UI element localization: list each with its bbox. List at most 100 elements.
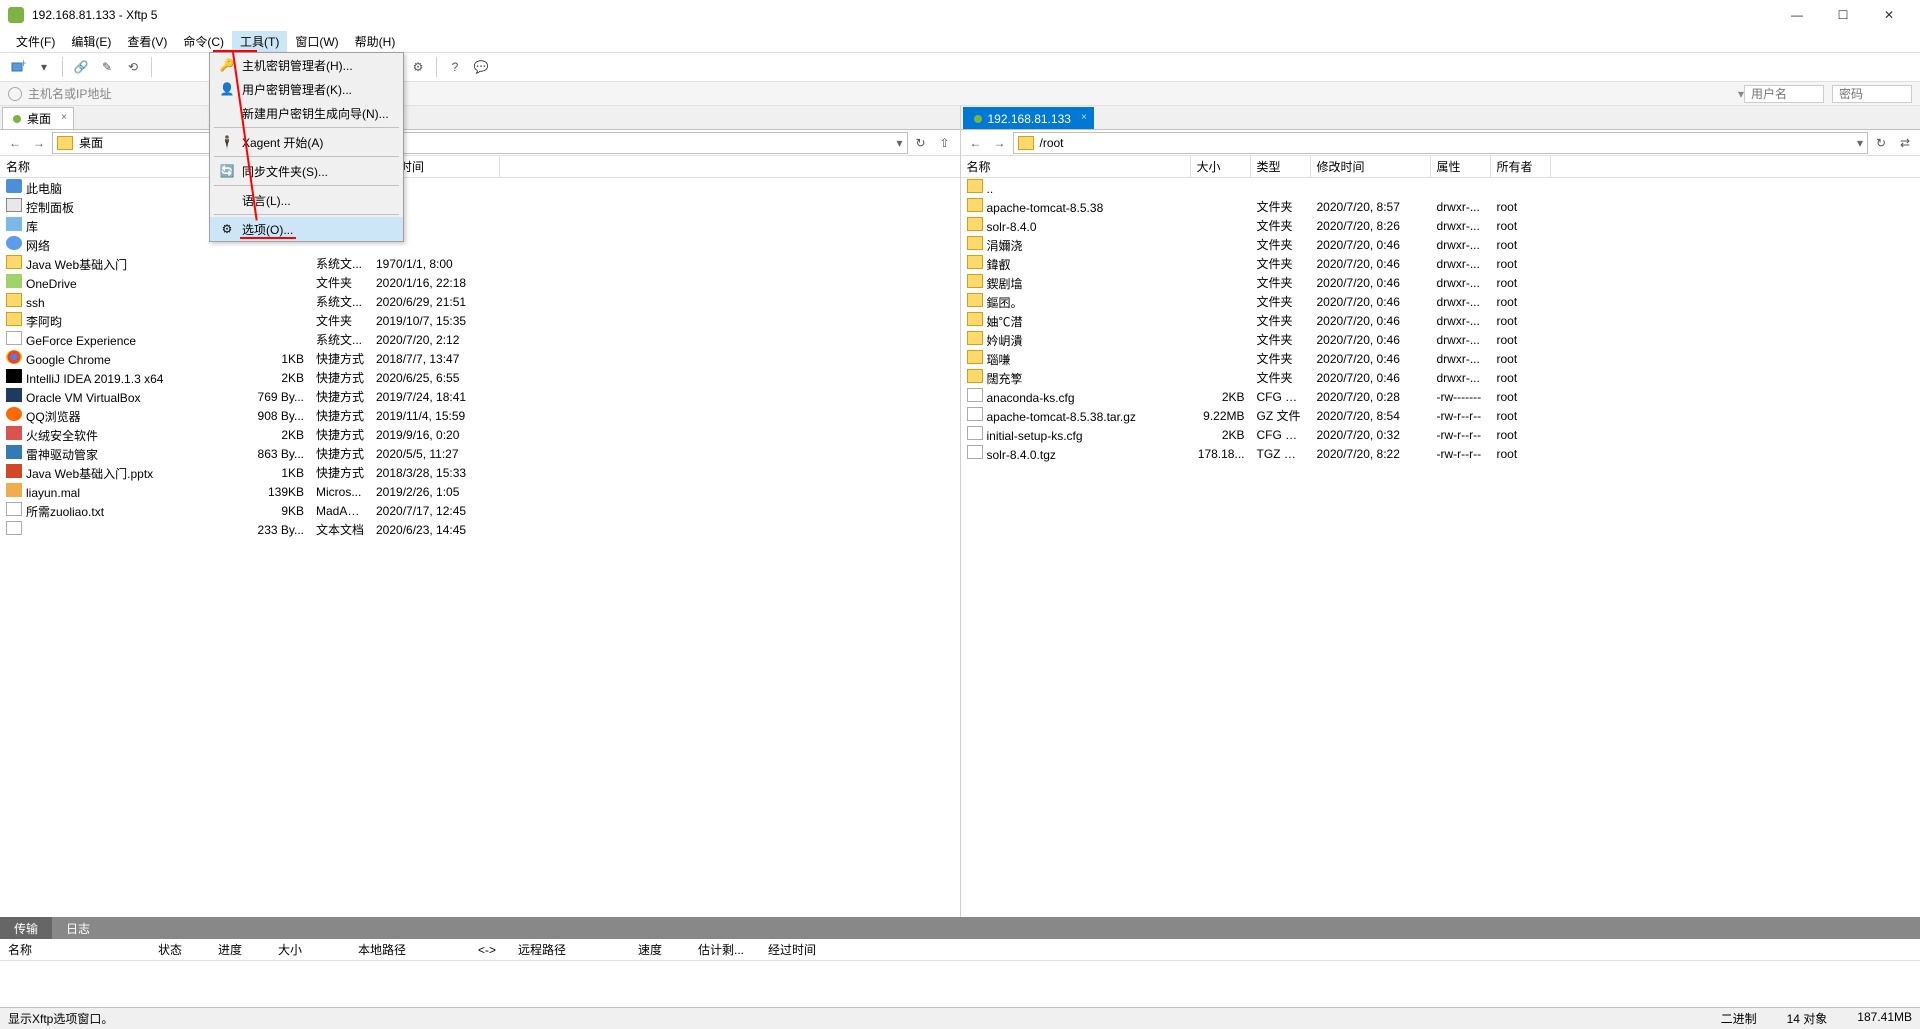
file-row[interactable]: IntelliJ IDEA 2019.1.3 x642KB快捷方式2020/6/… [0,368,960,387]
file-row[interactable]: apache-tomcat-8.5.38.tar.gz9.22MBGZ 文件20… [961,406,1920,425]
column-header[interactable]: 大小 [1191,156,1251,177]
file-icon [967,312,983,326]
file-icon [967,293,983,307]
file-row[interactable]: 库 [0,216,960,235]
transfer-column-header[interactable]: 本地路径 [350,939,470,960]
file-row[interactable]: 鍥剧墖文件夹2020/7/20, 0:46drwxr-...root [961,273,1920,292]
menu-item[interactable]: 命令(C) [175,31,232,52]
refresh-button[interactable]: ↻ [1870,132,1892,154]
file-row[interactable]: 控制面板 [0,197,960,216]
file-row[interactable]: Java Web基础入门系统文...1970/1/1, 8:00 [0,254,960,273]
file-row[interactable]: 233 By...文本文档2020/6/23, 14:45 [0,520,960,539]
close-button[interactable]: ✕ [1866,0,1912,30]
up-button[interactable]: ⇧ [934,132,956,154]
file-row[interactable]: liayun.mal139KBMicros...2019/2/26, 1:05 [0,482,960,501]
action1-button[interactable]: ⟲ [121,55,145,79]
remote-path-box[interactable]: /root ▾ [1013,132,1869,154]
transfer-column-header[interactable]: 远程路径 [510,939,630,960]
password-input[interactable] [1832,85,1912,103]
file-row[interactable]: 鏂囨。文件夹2020/7/20, 0:46drwxr-...root [961,292,1920,311]
file-row[interactable]: apache-tomcat-8.5.38文件夹2020/7/20, 8:57dr… [961,197,1920,216]
file-row[interactable]: 妗岄潰文件夹2020/7/20, 0:46drwxr-...root [961,330,1920,349]
file-row[interactable]: QQ浏览器908 By...快捷方式2019/11/4, 15:59 [0,406,960,425]
menu-item[interactable]: 语言(L)... [210,188,403,212]
file-row[interactable]: Google Chrome1KB快捷方式2018/7/7, 13:47 [0,349,960,368]
column-header[interactable]: 名称 [961,156,1191,177]
transfer-button[interactable]: ⇄ [1894,132,1916,154]
remote-file-list[interactable]: ..apache-tomcat-8.5.38文件夹2020/7/20, 8:57… [961,178,1920,917]
menu-item[interactable]: 编辑(E) [63,31,119,52]
menu-item[interactable]: ⚙选项(O)... [210,217,403,241]
file-row[interactable]: 闊充箰文件夹2020/7/20, 0:46drwxr-...root [961,368,1920,387]
file-row[interactable]: Java Web基础入门.pptx1KB快捷方式2018/3/28, 15:33 [0,463,960,482]
tab-close-button[interactable]: × [61,112,67,123]
transfer-column-header[interactable]: <-> [470,939,510,960]
file-row[interactable]: 此电脑 [0,178,960,197]
column-header[interactable]: 属性 [1431,156,1491,177]
file-cell: drwxr-... [1431,238,1491,252]
file-row[interactable]: 雷神驱动管家863 By...快捷方式2020/5/5, 11:27 [0,444,960,463]
local-file-list[interactable]: 此电脑控制面板库网络Java Web基础入门系统文...1970/1/1, 8:… [0,178,960,917]
file-row[interactable]: 火绒安全软件2KB快捷方式2019/9/16, 0:20 [0,425,960,444]
file-row[interactable]: ssh系统文...2020/6/29, 21:51 [0,292,960,311]
local-path-box[interactable]: 桌面 ▾ [52,132,908,154]
forward-button[interactable]: → [28,132,50,154]
column-header[interactable]: 修改时间 [1311,156,1431,177]
local-tab[interactable]: 桌面 × [2,107,74,129]
menu-item[interactable]: 查看(V) [119,31,175,52]
back-button[interactable]: ← [4,132,26,154]
settings-button[interactable]: ⚙ [406,55,430,79]
transfer-list[interactable] [0,961,1920,1007]
menu-item[interactable]: 🔄同步文件夹(S)... [210,159,403,183]
menu-item[interactable]: 🕴Xagent 开始(A) [210,130,403,154]
new-dropdown-button[interactable]: ▾ [32,55,56,79]
file-row[interactable]: 李阿昀文件夹2019/10/7, 15:35 [0,311,960,330]
file-row[interactable]: Oracle VM VirtualBox769 By...快捷方式2019/7/… [0,387,960,406]
bottom-tab[interactable]: 日志 [52,917,104,939]
maximize-button[interactable]: ☐ [1820,0,1866,30]
refresh-button[interactable]: ↻ [910,132,932,154]
column-header[interactable]: 所有者 [1491,156,1551,177]
file-row[interactable]: solr-8.4.0.tgz178.18...TGZ 文件2020/7/20, … [961,444,1920,463]
comment-button[interactable]: 💬 [469,55,493,79]
transfer-column-header[interactable]: 名称 [0,939,150,960]
transfer-column-header[interactable]: 速度 [630,939,690,960]
file-row[interactable]: 妯℃澘文件夹2020/7/20, 0:46drwxr-...root [961,311,1920,330]
menu-item[interactable]: 工具(T) [232,31,287,52]
forward-button[interactable]: → [989,132,1011,154]
menu-item[interactable]: 帮助(H) [347,31,404,52]
column-header[interactable]: 类型 [1251,156,1311,177]
file-row[interactable]: 鍏叡文件夹2020/7/20, 0:46drwxr-...root [961,254,1920,273]
back-button[interactable]: ← [965,132,987,154]
column-header[interactable]: 名称 [0,156,240,177]
menu-item[interactable]: 窗口(W) [287,31,346,52]
bottom-tab[interactable]: 传输 [0,917,52,939]
transfer-column-header[interactable]: 大小 [270,939,350,960]
file-row[interactable]: initial-setup-ks.cfg2KBCFG 文件2020/7/20, … [961,425,1920,444]
path-dropdown-button[interactable]: ▾ [1857,136,1863,150]
transfer-column-header[interactable]: 估计剩... [690,939,760,960]
file-row[interactable]: 涓嬭浇文件夹2020/7/20, 0:46drwxr-...root [961,235,1920,254]
file-row[interactable]: solr-8.4.0文件夹2020/7/20, 8:26drwxr-...roo… [961,216,1920,235]
transfer-column-header[interactable]: 经过时间 [760,939,840,960]
file-row[interactable]: 网络 [0,235,960,254]
transfer-column-header[interactable]: 进度 [210,939,270,960]
tab-close-button[interactable]: × [1081,112,1087,123]
menu-item[interactable]: 🔑主机密钥管理者(H)... [210,53,403,77]
file-row[interactable]: .. [961,178,1920,197]
remote-tab[interactable]: 192.168.81.133 × [963,107,1094,129]
username-input[interactable] [1744,85,1824,103]
minimize-button[interactable]: — [1774,0,1820,30]
file-row[interactable]: 所需zuoliao.txt9KBMadAp...2020/7/17, 12:45 [0,501,960,520]
transfer-column-header[interactable]: 状态 [150,939,210,960]
file-row[interactable]: anaconda-ks.cfg2KBCFG 文件2020/7/20, 0:28-… [961,387,1920,406]
path-dropdown-button[interactable]: ▾ [896,136,902,150]
new-session-button[interactable]: + [6,55,30,79]
file-row[interactable]: 瑙嗛文件夹2020/7/20, 0:46drwxr-...root [961,349,1920,368]
connect-button[interactable]: 🔗 [69,55,93,79]
file-row[interactable]: GeForce Experience系统文...2020/7/20, 2:12 [0,330,960,349]
file-row[interactable]: OneDrive文件夹2020/1/16, 22:18 [0,273,960,292]
menu-item[interactable]: 文件(F) [8,31,63,52]
edit-button[interactable]: ✎ [95,55,119,79]
help-button[interactable]: ? [443,55,467,79]
